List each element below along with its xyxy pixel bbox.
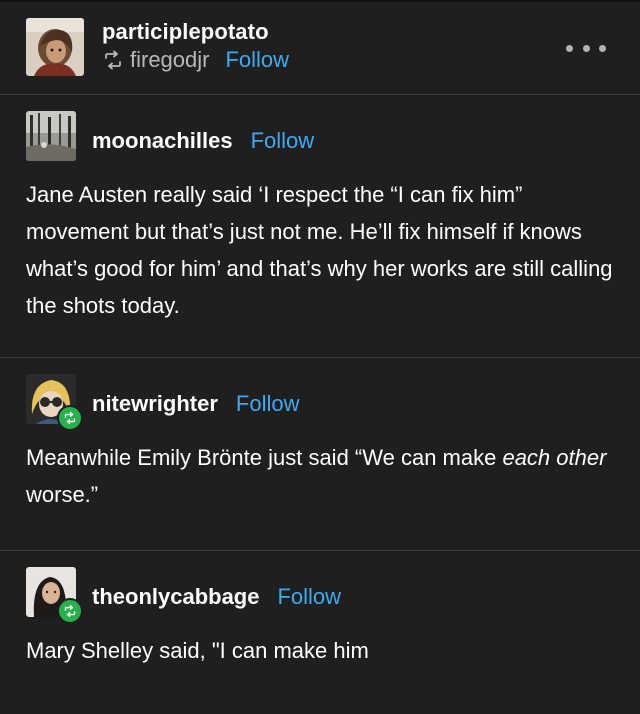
follow-button[interactable]: Follow xyxy=(225,47,289,73)
text-segment: Meanwhile Emily Brönte just said “We can… xyxy=(26,445,503,470)
dot-icon xyxy=(566,44,573,52)
reblog-badge-icon xyxy=(57,405,83,431)
follow-button[interactable]: Follow xyxy=(236,391,300,417)
reblogged-from-name[interactable]: firegodjr xyxy=(130,47,209,73)
reblog-icon xyxy=(102,49,124,71)
reblog-trail-item: theonlycabbage Follow Mary Shelley said,… xyxy=(0,551,640,714)
trail-header: theonlycabbage Follow xyxy=(92,582,341,612)
dot-icon xyxy=(599,44,606,52)
italic-text: other xyxy=(556,445,607,470)
trail-body-text: Jane Austen really said ‘I respect the “… xyxy=(26,182,613,318)
trail-username[interactable]: theonlycabbage xyxy=(92,584,259,610)
trail-username[interactable]: moonachilles xyxy=(92,128,233,154)
avatar-image xyxy=(26,111,76,161)
trail-body-text: Meanwhile Emily Brönte just said “We can… xyxy=(26,439,616,513)
post-header: participlepotato firegodjr Follow xyxy=(0,0,640,95)
trail-username[interactable]: nitewrighter xyxy=(92,391,218,417)
reblog-trail-item: nitewrighter Follow Meanwhile Emily Brön… xyxy=(0,358,640,551)
reblog-badge-icon xyxy=(57,598,83,624)
text-segment: worse.” xyxy=(26,482,99,507)
post-author-name[interactable]: participlepotato xyxy=(102,19,269,45)
reblog-info: firegodjr Follow xyxy=(102,47,289,73)
trail-body-text: Mary Shelley said, "I can make him xyxy=(26,638,369,663)
reblog-trail-item: moonachilles Follow Jane Austen really s… xyxy=(0,95,640,358)
trail-header: moonachilles Follow xyxy=(92,126,314,156)
avatar-image xyxy=(26,18,84,76)
avatar[interactable] xyxy=(26,18,84,76)
follow-button[interactable]: Follow xyxy=(277,584,341,610)
avatar[interactable] xyxy=(26,111,76,161)
italic-text: each xyxy=(502,445,551,470)
dot-icon xyxy=(582,44,590,52)
more-options-icon[interactable] xyxy=(566,38,606,58)
follow-button[interactable]: Follow xyxy=(251,128,315,154)
trail-header: nitewrighter Follow xyxy=(92,389,299,419)
